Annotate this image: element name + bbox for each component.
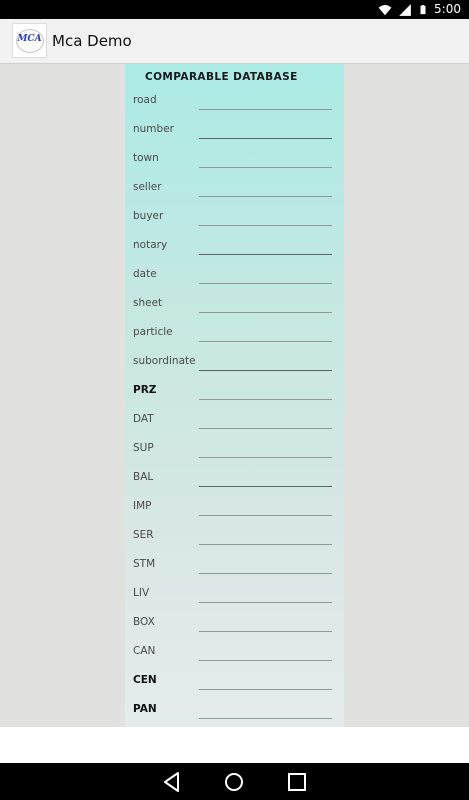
field-label-number: number xyxy=(133,123,174,135)
field-row-imp: IMP xyxy=(125,498,344,527)
wifi-icon xyxy=(378,4,392,15)
field-row-sup: SUP xyxy=(125,440,344,469)
box-input[interactable] xyxy=(199,616,332,632)
field-label-subordinate: subordinate xyxy=(133,355,196,367)
field-label-buyer: buyer xyxy=(133,210,164,222)
field-row-road: road xyxy=(125,92,344,121)
field-row-box: BOX xyxy=(125,614,344,643)
liv-input[interactable] xyxy=(199,587,332,603)
status-bar: 5:00 xyxy=(0,0,469,19)
field-label-liv: LIV xyxy=(133,587,150,599)
bal-input[interactable] xyxy=(199,471,332,487)
road-input[interactable] xyxy=(199,94,332,110)
buyer-input[interactable] xyxy=(199,210,332,226)
subordinate-input[interactable] xyxy=(199,355,332,371)
field-row-stm: STM xyxy=(125,556,344,585)
field-row-liv: LIV xyxy=(125,585,344,614)
imp-input[interactable] xyxy=(199,500,332,516)
can-input[interactable] xyxy=(199,645,332,661)
field-row-pan: PAN xyxy=(125,701,344,730)
back-icon[interactable] xyxy=(160,770,184,794)
stm-input[interactable] xyxy=(199,558,332,574)
field-label-notary: notary xyxy=(133,239,168,251)
signal-icon xyxy=(399,3,411,16)
sup-input[interactable] xyxy=(199,442,332,458)
field-label-date: date xyxy=(133,268,157,280)
field-label-pan: PAN xyxy=(133,703,157,715)
field-row-number: number xyxy=(125,121,344,150)
field-row-date: date xyxy=(125,266,344,295)
particle-input[interactable] xyxy=(199,326,332,342)
field-row-seller: seller xyxy=(125,179,344,208)
pan-input[interactable] xyxy=(199,703,332,719)
field-row-can: CAN xyxy=(125,643,344,672)
seller-input[interactable] xyxy=(199,181,332,197)
app-title: Mca Demo xyxy=(52,32,132,50)
number-input[interactable] xyxy=(199,123,332,139)
battery-icon xyxy=(420,4,426,14)
cen-input[interactable] xyxy=(199,674,332,690)
field-row-cen: CEN xyxy=(125,672,344,701)
navigation-bar xyxy=(0,763,469,800)
field-label-seller: seller xyxy=(133,181,162,193)
field-row-town: town xyxy=(125,150,344,179)
app-logo[interactable]: MCA xyxy=(12,23,47,58)
field-label-can: CAN xyxy=(133,645,156,657)
comparable-database-form: COMPARABLE DATABASE road number town sel… xyxy=(125,64,344,727)
notary-input[interactable] xyxy=(199,239,332,255)
field-label-sup: SUP xyxy=(133,442,154,454)
field-label-bal: BAL xyxy=(133,471,154,483)
form-title: COMPARABLE DATABASE xyxy=(145,71,298,83)
field-row-ser: SER xyxy=(125,527,344,556)
field-label-sheet: sheet xyxy=(133,297,163,309)
bottom-strip xyxy=(0,727,469,763)
field-row-sheet: sheet xyxy=(125,295,344,324)
field-label-stm: STM xyxy=(133,558,156,570)
field-label-dat: DAT xyxy=(133,413,154,425)
field-row-buyer: buyer xyxy=(125,208,344,237)
action-bar: MCA Mca Demo xyxy=(0,19,469,64)
sheet-input[interactable] xyxy=(199,297,332,313)
ser-input[interactable] xyxy=(199,529,332,545)
town-input[interactable] xyxy=(199,152,332,168)
dat-input[interactable] xyxy=(199,413,332,429)
content-area: COMPARABLE DATABASE road number town sel… xyxy=(0,64,469,727)
recents-icon[interactable] xyxy=(285,770,309,794)
logo-text: MCA xyxy=(17,34,42,44)
field-label-prz: PRZ xyxy=(133,384,157,396)
status-time: 5:00 xyxy=(434,2,461,16)
field-label-town: town xyxy=(133,152,159,164)
field-label-imp: IMP xyxy=(133,500,152,512)
field-label-cen: CEN xyxy=(133,674,157,686)
field-row-subordinate: subordinate xyxy=(125,353,344,382)
field-label-road: road xyxy=(133,94,157,106)
field-label-ser: SER xyxy=(133,529,154,541)
field-label-particle: particle xyxy=(133,326,173,338)
date-input[interactable] xyxy=(199,268,332,284)
field-row-prz: PRZ xyxy=(125,382,344,411)
field-label-box: BOX xyxy=(133,616,155,628)
field-row-bal: BAL xyxy=(125,469,344,498)
field-row-particle: particle xyxy=(125,324,344,353)
field-row-notary: notary xyxy=(125,237,344,266)
field-row-dat: DAT xyxy=(125,411,344,440)
status-icons: 5:00 xyxy=(378,2,461,17)
prz-input[interactable] xyxy=(199,384,332,400)
home-icon[interactable] xyxy=(222,770,246,794)
